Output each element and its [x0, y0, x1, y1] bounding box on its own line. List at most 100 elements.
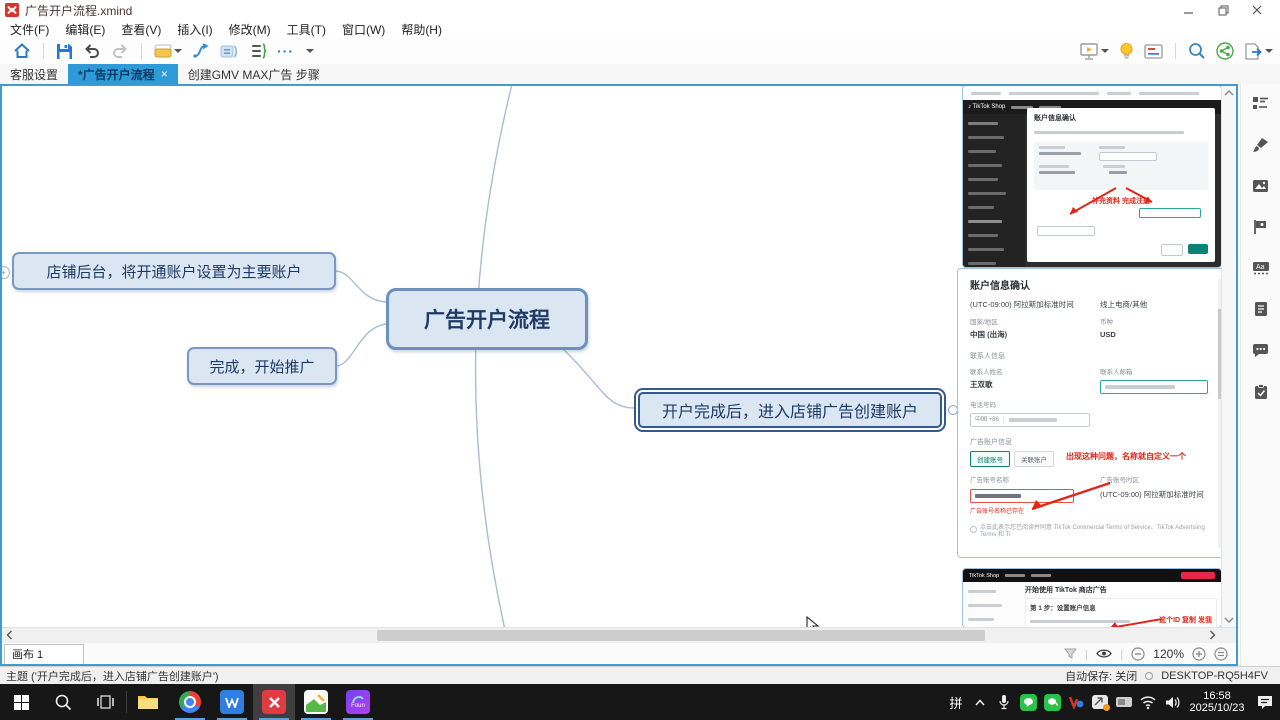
tab-guanggao-kaihu-liucheng[interactable]: *广告开户流程×	[68, 64, 178, 84]
sticker-icon[interactable]: Aa	[1252, 261, 1270, 275]
currency-label: 币种	[1100, 319, 1113, 327]
minimize-button[interactable]	[1172, 0, 1206, 20]
microphone-icon[interactable]	[992, 686, 1016, 718]
relationship-button[interactable]	[187, 40, 215, 62]
action-center-icon[interactable]	[1250, 686, 1280, 718]
image-editor-button[interactable]	[295, 684, 337, 720]
phone-label: 电话号码	[970, 402, 1212, 410]
taskbar-clock[interactable]: 16:58 2025/10/23	[1184, 686, 1250, 718]
foun-app-button[interactable]: Foun	[337, 684, 379, 720]
menu-edit[interactable]: 编辑(E)	[65, 21, 105, 38]
menu-tools[interactable]: 工具(T)	[287, 21, 326, 38]
shop-ads-title: 开始使用 TikTok 商店广告	[1025, 585, 1217, 595]
file-explorer-button[interactable]	[127, 684, 169, 720]
taskbar-search-button[interactable]	[42, 684, 84, 720]
notes-card-button[interactable]	[1139, 40, 1168, 62]
device-tray-icon[interactable]	[1112, 686, 1136, 718]
antivirus-icon[interactable]	[1064, 686, 1088, 718]
undo-button[interactable]	[78, 40, 106, 62]
restore-button[interactable]	[1206, 0, 1240, 20]
clock-date: 2025/10/23	[1189, 702, 1244, 714]
home-button[interactable]	[8, 40, 36, 62]
xmind-taskbar-button[interactable]	[253, 684, 295, 720]
close-button[interactable]	[1240, 0, 1274, 20]
sync-dot-icon	[1145, 672, 1153, 680]
notes-icon[interactable]	[1254, 301, 1268, 317]
w-app-button[interactable]	[211, 684, 253, 720]
xmind-app-icon	[5, 3, 19, 17]
country-label: 国家/地区	[970, 319, 1100, 327]
wifi-icon[interactable]	[1136, 686, 1160, 718]
wecom-icon[interactable]	[1040, 686, 1064, 718]
topic-selected[interactable]: 开户完成后，进入店铺广告创建账户	[634, 388, 946, 432]
scroll-up-arrow[interactable]	[1224, 89, 1234, 97]
menu-view[interactable]: 查看(V)	[121, 21, 161, 38]
autosave-status: 自动保存: 关闭	[1065, 668, 1137, 684]
menu-file[interactable]: 文件(F)	[10, 21, 49, 38]
toolbar-overflow-caret[interactable]	[299, 40, 319, 62]
topic-backend[interactable]: 店铺后台，将开通账户设置为主要账户	[12, 252, 336, 290]
zoom-fit-button[interactable]	[1214, 647, 1228, 661]
more-tools-button[interactable]: ···	[272, 40, 299, 62]
mindmap-canvas[interactable]: + 店铺后台，将开通账户设置为主要账户 完成，开始推广 广告开户流程 开户完成后…	[2, 86, 1236, 627]
marker-flag-icon[interactable]	[1253, 219, 1268, 235]
attachment-image-account-confirm-form[interactable]: 账户信息确认 (UTC-09:00) 阿拉斯加标准时间 线上电商/其他 国家/地…	[957, 268, 1225, 558]
attachment-image-account-confirm-modal[interactable]: ♪ TikTok Shop 账户信息确认	[962, 86, 1222, 268]
screenshot-tray-icon[interactable]	[1088, 686, 1112, 718]
eye-icon[interactable]	[1096, 648, 1112, 659]
insert-topic-button[interactable]	[149, 40, 187, 62]
volume-icon[interactable]	[1160, 686, 1184, 718]
presentation-caret[interactable]	[1101, 49, 1109, 53]
canvas-horizontal-scrollbar[interactable]	[2, 627, 1236, 643]
topic-done[interactable]: 完成，开始推广	[187, 347, 337, 385]
toolbar-separator	[141, 43, 142, 59]
format-brush-icon[interactable]	[1252, 137, 1269, 153]
save-button[interactable]	[51, 40, 78, 62]
filter-icon[interactable]	[1064, 647, 1077, 660]
menu-modify[interactable]: 修改(M)	[229, 21, 271, 38]
image-icon[interactable]	[1252, 179, 1269, 193]
zoom-level[interactable]: 120%	[1153, 647, 1184, 661]
chrome-button[interactable]	[169, 684, 211, 720]
task-clipboard-icon[interactable]	[1254, 384, 1268, 400]
scroll-down-arrow[interactable]	[1224, 616, 1234, 624]
tab-kefu-shezhi[interactable]: 客服设置	[0, 64, 68, 84]
presentation-button[interactable]	[1074, 40, 1114, 62]
comment-icon[interactable]	[1252, 343, 1269, 358]
sheet-tab-canvas1[interactable]: 画布 1	[4, 644, 84, 664]
export-caret[interactable]	[1265, 49, 1273, 53]
insert-topic-caret[interactable]	[174, 49, 182, 53]
summary-button[interactable]	[215, 40, 245, 62]
wechat-icon[interactable]	[1016, 686, 1040, 718]
industry-value: 线上电商/其他	[1100, 300, 1147, 309]
menu-insert[interactable]: 插入(I)	[177, 21, 212, 38]
search-button[interactable]	[1183, 40, 1211, 62]
title-bar: 广告开户流程.xmind	[0, 0, 1280, 20]
zoom-out-button[interactable]	[1131, 647, 1145, 661]
country-value: 中国 (出海)	[970, 330, 1100, 339]
central-topic[interactable]: 广告开户流程	[386, 288, 588, 350]
canvas-vertical-scrollbar[interactable]	[1221, 86, 1236, 627]
export-button[interactable]	[1239, 40, 1278, 62]
redo-button[interactable]	[106, 40, 134, 62]
attachment-image-shop-ads-start[interactable]: TikTok Shop 开始使用 TikTok 商店广告 第 1 步：设置账户信…	[962, 568, 1222, 627]
menu-window[interactable]: 窗口(W)	[342, 21, 385, 38]
scroll-left-arrow[interactable]	[6, 630, 13, 640]
boundary-button[interactable]	[245, 40, 272, 62]
hscroll-thumb[interactable]	[377, 630, 985, 641]
share-button[interactable]	[1211, 40, 1239, 62]
menu-help[interactable]: 帮助(H)	[401, 21, 442, 38]
zoom-in-button[interactable]	[1192, 647, 1206, 661]
tiktok-shop-logo: TikTok Shop	[969, 573, 999, 579]
scroll-right-arrow[interactable]	[1209, 630, 1216, 640]
contact-email-input	[1100, 380, 1208, 394]
hidden-icons-chevron[interactable]	[968, 686, 992, 718]
tab-close-icon[interactable]: ×	[161, 67, 168, 81]
ime-indicator[interactable]: 拼	[944, 686, 968, 718]
start-button[interactable]	[0, 684, 42, 720]
lightbulb-button[interactable]	[1114, 40, 1139, 62]
outline-icon[interactable]	[1252, 96, 1269, 111]
task-view-button[interactable]	[84, 684, 126, 720]
topic-selected-label: 开户完成后，进入店铺广告创建账户	[662, 398, 918, 422]
tab-gmv-max[interactable]: 创建GMV MAX广告 步骤	[178, 64, 330, 84]
